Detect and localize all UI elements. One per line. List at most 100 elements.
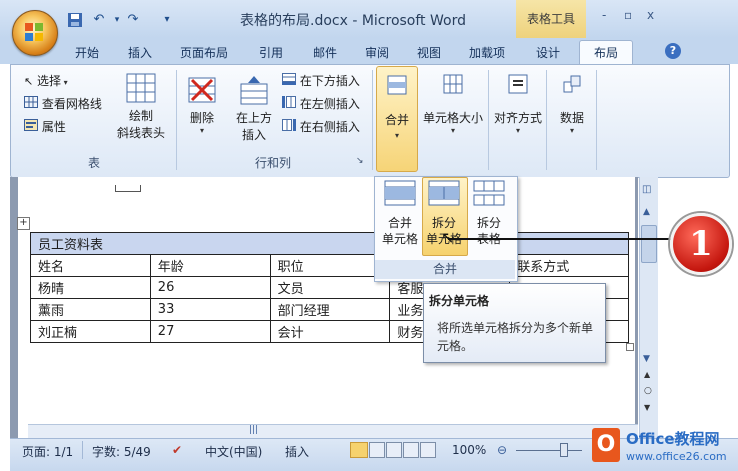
scroll-down-icon[interactable]: ▼	[643, 354, 650, 364]
zoom-slider-track[interactable]	[516, 450, 582, 451]
insert-left-icon	[282, 96, 296, 108]
previous-page-icon[interactable]: ▲	[644, 370, 650, 379]
dialog-launcher-icon[interactable]: ↘	[356, 156, 364, 166]
scroll-thumb[interactable]	[641, 225, 657, 263]
table-cell[interactable]: 文员	[269, 276, 391, 299]
table-cell[interactable]: 杨晴	[30, 276, 151, 299]
delete-table-icon	[188, 77, 216, 103]
insert-below-icon	[282, 73, 296, 85]
tab-design[interactable]: 设计	[536, 42, 560, 64]
group-separator	[596, 70, 597, 170]
table-move-handle-icon[interactable]: +	[17, 217, 30, 230]
table-cell[interactable]: 26	[149, 276, 271, 299]
table-resize-handle-icon[interactable]	[626, 343, 634, 351]
draft-view-icon[interactable]	[420, 442, 436, 458]
alignment-icon	[508, 74, 528, 94]
save-icon[interactable]	[66, 12, 84, 28]
scroll-up-icon[interactable]: ▲	[643, 207, 650, 217]
tab-add-ins[interactable]: 加载项	[469, 42, 505, 64]
watermark-brand: Office教程网	[626, 430, 720, 448]
zoom-level[interactable]: 100%	[452, 443, 486, 457]
group-separator	[372, 70, 373, 170]
insert-mode-status[interactable]: 插入	[285, 443, 309, 460]
outline-view-icon[interactable]	[403, 442, 419, 458]
table-header-cell[interactable]: 联系方式	[509, 254, 629, 277]
table-cell[interactable]: 27	[149, 320, 271, 343]
close-button[interactable]: x	[647, 8, 654, 22]
tab-view[interactable]: 视图	[417, 42, 441, 64]
group-label-table: 表	[87, 156, 100, 170]
full-screen-view-icon[interactable]	[369, 442, 385, 458]
table-cell[interactable]: 33	[149, 298, 271, 321]
insert-below-button[interactable]: 在下方插入	[282, 72, 360, 89]
page-count-status[interactable]: 页面: 1/1	[22, 443, 73, 460]
print-layout-view-icon[interactable]	[350, 442, 368, 458]
minimize-button[interactable]: -	[602, 8, 606, 22]
insert-right-button[interactable]: 在右侧插入	[282, 118, 360, 135]
horizontal-scrollbar[interactable]	[28, 424, 638, 439]
data-icon	[563, 75, 581, 93]
merge-cells-icon	[384, 180, 416, 206]
split-table-icon	[473, 180, 505, 206]
undo-icon[interactable]: ↶	[90, 12, 108, 28]
merge-gallery-label: 合并	[375, 260, 515, 279]
zoom-slider-thumb[interactable]	[560, 443, 568, 457]
group-label-rows-columns: 行和列	[254, 156, 291, 170]
select-browse-object-icon[interactable]: ○	[644, 386, 652, 396]
gridlines-icon	[24, 96, 38, 108]
word-count-status[interactable]: 字数: 5/49	[92, 443, 151, 460]
language-status[interactable]: 中文(中国)	[205, 443, 262, 460]
table-cell[interactable]: 薰雨	[30, 298, 151, 321]
tab-review[interactable]: 审阅	[365, 42, 389, 64]
web-layout-view-icon[interactable]	[386, 442, 402, 458]
dropdown-arrow-icon: ▾	[515, 126, 520, 135]
merge-button[interactable]: 合并 ▾	[376, 66, 418, 172]
zoom-out-icon[interactable]: ⊖	[497, 443, 507, 457]
properties-button[interactable]: 属性	[24, 118, 66, 135]
tab-references[interactable]: 引用	[259, 42, 283, 64]
tab-insert[interactable]: 插入	[128, 42, 152, 64]
tab-page-layout[interactable]: 页面布局	[180, 42, 228, 64]
dropdown-arrow-icon: ▾	[394, 131, 399, 140]
draw-diagonal-header-button[interactable]: 绘制 斜线表头	[112, 72, 170, 146]
tab-layout[interactable]: 布局	[579, 40, 633, 66]
alignment-button[interactable]: 对齐方式 ▾	[492, 74, 544, 135]
data-button[interactable]: 数据 ▾	[552, 74, 592, 135]
tab-home[interactable]: 开始	[75, 42, 99, 64]
merge-cells-button[interactable]: 合并 单元格	[378, 180, 422, 247]
tooltip-title: 拆分单元格	[429, 294, 490, 308]
tab-mailings[interactable]: 邮件	[313, 42, 337, 64]
watermark-url: www.office26.com	[626, 450, 727, 463]
insert-left-button[interactable]: 在左侧插入	[282, 95, 360, 112]
cursor-icon: ↖	[24, 75, 34, 88]
merge-icon	[387, 75, 407, 95]
view-gridlines-button[interactable]: 查看网格线	[24, 95, 102, 112]
table-cell[interactable]: 会计	[269, 320, 391, 343]
table-header-cell[interactable]: 年龄	[149, 254, 271, 277]
delete-button[interactable]: 删除 ▾	[182, 74, 222, 135]
scroll-grip-icon[interactable]: |||	[249, 425, 258, 435]
insert-above-button[interactable]: 在上方 插入	[232, 74, 276, 143]
select-button[interactable]: ↖ 选择 ▾	[24, 72, 68, 89]
office-logo-icon: O	[592, 428, 620, 462]
table-header-cell[interactable]: 姓名	[30, 254, 151, 277]
status-separator	[82, 441, 83, 459]
help-icon[interactable]: ?	[665, 43, 681, 59]
split-table-button[interactable]: 拆分 表格	[467, 180, 511, 247]
table-cell[interactable]: 部门经理	[269, 298, 391, 321]
document-title: 表格的布局.docx - Microsoft Word	[240, 13, 466, 29]
cell-size-button[interactable]: 单元格大小 ▾	[421, 74, 485, 135]
office-button[interactable]	[12, 10, 58, 56]
next-page-icon[interactable]: ▼	[644, 403, 650, 412]
maximize-button[interactable]: ▫	[624, 8, 632, 22]
customize-qat-icon[interactable]: ▾	[158, 12, 176, 28]
cell-size-icon	[443, 74, 463, 94]
diagonal-table-icon	[126, 73, 156, 103]
table-header-cell[interactable]: 职位	[269, 254, 391, 277]
insert-right-icon	[282, 119, 296, 131]
table-title-cell[interactable]: 员工资料表	[30, 232, 629, 255]
redo-icon[interactable]: ↷	[124, 12, 142, 28]
ruler-toggle-icon[interactable]: ◫	[642, 184, 651, 195]
table-cell[interactable]: 刘正楠	[30, 320, 151, 343]
spelling-check-icon[interactable]: ✔	[172, 443, 182, 457]
